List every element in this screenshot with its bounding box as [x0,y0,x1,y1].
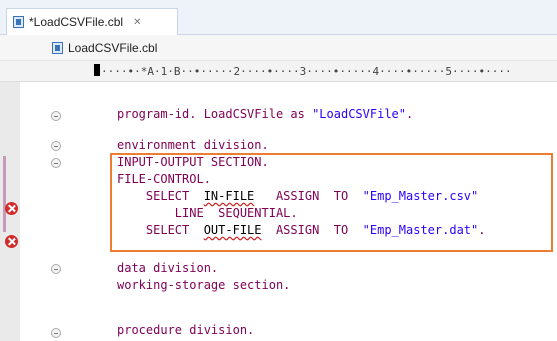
error-token-in-file: IN-FILE [203,189,255,203]
error-token-out-file: OUT-FILE [203,223,262,237]
code-line-data-division[interactable]: data division. [117,260,218,277]
fold-collapse-icon[interactable] [51,264,61,274]
ruler-text: ····•·*A·1·B··•·····2····•····3····•····… [101,65,512,78]
close-icon[interactable]: ✕ [133,17,141,28]
cobol-file-icon [52,41,63,54]
fold-column [5,82,90,341]
fold-collapse-icon[interactable] [51,111,61,121]
editor-tab-strip: *LoadCSVFile.cbl ✕ [0,0,557,35]
editor-tab-loadcsvfile[interactable]: *LoadCSVFile.cbl ✕ [6,8,178,35]
code-line-line-sequential[interactable]: LINE SEQUENTIAL. [117,205,298,222]
code-line-select-out-file[interactable]: SELECT OUT-FILE ASSIGN TO "Emp_Master.da… [117,222,486,239]
breadcrumb-file-label[interactable]: LoadCSVFile.cbl [68,41,157,55]
code-line-procedure-division[interactable]: procedure division. [117,322,254,339]
column-ruler: ····•·*A·1·B··•·····2····•····3····•····… [0,61,557,82]
fold-collapse-icon[interactable] [51,328,61,338]
code-line-working-storage[interactable]: working-storage section. [117,277,290,294]
tab-title: *LoadCSVFile.cbl [29,15,124,29]
code-line-environment-division[interactable]: environment division. [117,137,269,154]
code-line-select-in-file[interactable]: SELECT IN-FILE ASSIGN TO "Emp_Master.csv… [117,188,478,205]
code-line-file-control[interactable]: FILE-CONTROL. [117,171,211,188]
breadcrumb: LoadCSVFile.cbl [0,35,557,61]
code-line-program-id[interactable]: program-id. LoadCSVFile as "LoadCSVFile"… [117,106,413,123]
error-icon[interactable] [5,202,18,215]
fold-collapse-icon[interactable] [51,141,61,151]
code-line-input-output-section[interactable]: INPUT-OUTPUT SECTION. [117,154,269,171]
cobol-file-icon [13,16,24,28]
error-icon[interactable] [5,235,18,248]
change-marker [3,156,6,232]
fold-collapse-icon[interactable] [51,158,61,168]
ruler-cursor [94,64,100,76]
